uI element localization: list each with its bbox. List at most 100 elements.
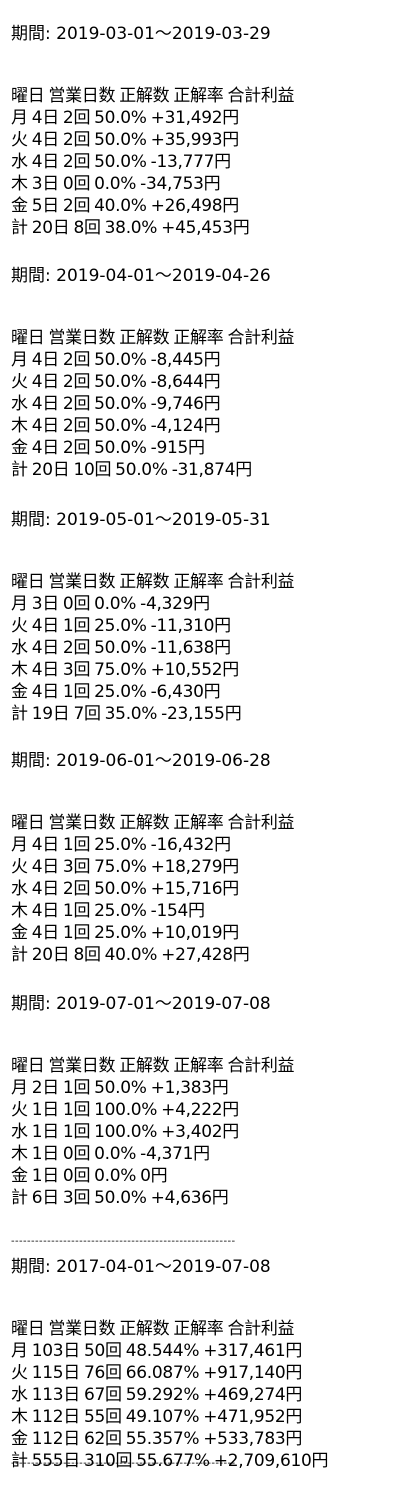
- weekday-cell: 金: [11, 438, 28, 458]
- profit-cell: -13,777円: [150, 152, 232, 172]
- correct-cell: 0回: [62, 1144, 91, 1164]
- correct-cell: 0回: [62, 1166, 91, 1186]
- weekday-cell: 火: [11, 372, 28, 392]
- header-correct-count: 正解数: [119, 1319, 170, 1339]
- table-row: 月 4日 2回 50.0% -8,445円: [11, 349, 400, 371]
- profit-cell: -4,371円: [140, 1144, 210, 1164]
- profit-cell: +1,383円: [150, 1078, 229, 1098]
- correct-cell: 3回: [62, 1188, 91, 1208]
- profit-cell: -8,445円: [150, 350, 221, 370]
- table-row: 木 4日 3回 75.0% +10,552円: [11, 659, 400, 681]
- profit-cell: -915円: [150, 438, 205, 458]
- period-section-overall: 期間: 2017-04-01〜2019-07-08 曜日 営業日数 正解数 正解率 合計…: [11, 1255, 400, 1472]
- table-row: 火 4日 1回 25.0% -11,310円: [11, 615, 400, 637]
- profit-cell: +15,716円: [150, 879, 240, 899]
- profit-cell: +27,428円: [161, 945, 250, 965]
- profit-cell: 0円: [140, 1166, 168, 1186]
- table-row: 火 4日 3回 75.0% +18,279円: [11, 856, 400, 878]
- stats-table: 曜日 営業日数 正解数 正解率 合計利益 月 4日 2回 50.0% +31,492円 火 4日 2…: [11, 85, 400, 239]
- correct-cell: 2回: [62, 372, 91, 392]
- profit-cell: -6,430円: [150, 682, 221, 702]
- weekday-cell: 火: [11, 616, 28, 636]
- accuracy-cell: 59.292%: [125, 1385, 200, 1405]
- weekday-cell: 金: [11, 1429, 28, 1449]
- header-row: 曜日 営業日数 正解数 正解率 合計利益: [11, 327, 400, 349]
- weekday-cell: 火: [11, 857, 28, 877]
- period-section: 期間: 2019-04-01〜2019-04-26 曜日 営業日数 正解数 正解率 合計…: [11, 264, 400, 481]
- period-section: 期間: 2019-05-01〜2019-05-31 曜日 営業日数 正解数 正解率 合計…: [11, 508, 400, 725]
- days-cell: 4日: [31, 350, 60, 370]
- days-cell: 4日: [31, 372, 60, 392]
- header-accuracy: 正解率: [173, 86, 224, 106]
- table-row: 金 1日 0回 0.0% 0円: [11, 1165, 400, 1187]
- accuracy-cell: 35.0%: [104, 704, 158, 724]
- days-cell: 4日: [31, 130, 60, 150]
- profit-cell: +10,552円: [150, 660, 240, 680]
- header-accuracy: 正解率: [173, 1056, 224, 1076]
- weekday-cell: 水: [11, 394, 28, 414]
- days-cell: 4日: [31, 416, 60, 436]
- accuracy-cell: 50.0%: [94, 130, 147, 150]
- total-row: 計 6日 3回 50.0% +4,636円: [11, 1187, 400, 1209]
- profit-cell: -8,644円: [150, 372, 221, 392]
- header-accuracy: 正解率: [173, 328, 224, 348]
- accuracy-cell: 49.107%: [125, 1407, 200, 1427]
- accuracy-cell: 40.0%: [104, 945, 158, 965]
- weekday-cell: 月: [11, 594, 28, 614]
- accuracy-cell: 25.0%: [94, 901, 147, 921]
- accuracy-cell: 50.0%: [94, 438, 147, 458]
- days-cell: 4日: [31, 438, 60, 458]
- correct-cell: 1回: [62, 835, 91, 855]
- weekday-cell: 火: [11, 1363, 28, 1383]
- stats-table: 曜日 営業日数 正解数 正解率 合計利益 月 4日 1回 25.0% -16,432円 火 4日 3…: [11, 812, 400, 966]
- table-row: 水 4日 2回 50.0% -11,638円: [11, 637, 400, 659]
- correct-cell: 2回: [62, 416, 91, 436]
- days-cell: 1日: [31, 1100, 60, 1120]
- correct-cell: 55回: [83, 1407, 122, 1427]
- accuracy-cell: 100.0%: [94, 1100, 158, 1120]
- period-label: 期間: 2019-07-01〜2019-07-08: [11, 994, 271, 1014]
- table-row: 木 3日 0回 0.0% -34,753円: [11, 173, 400, 195]
- weekday-cell: 月: [11, 108, 28, 128]
- table-row: 木 4日 2回 50.0% -4,124円: [11, 415, 400, 437]
- correct-cell: 8回: [73, 218, 101, 238]
- profit-cell: -23,155円: [161, 704, 242, 724]
- accuracy-cell: 100.0%: [94, 1122, 158, 1142]
- accuracy-cell: 0.0%: [94, 1144, 137, 1164]
- correct-cell: 1回: [62, 682, 91, 702]
- days-cell: 1日: [31, 1144, 60, 1164]
- table-row: 金 4日 1回 25.0% +10,019円: [11, 922, 400, 944]
- accuracy-cell: 50.0%: [94, 152, 147, 172]
- header-business-days: 営業日数: [48, 328, 116, 348]
- weekday-cell: 木: [11, 1407, 28, 1427]
- weekday-cell: 水: [11, 152, 28, 172]
- header-weekday: 曜日: [11, 328, 45, 348]
- period-label: 期間: 2017-04-01〜2019-07-08: [11, 1257, 271, 1277]
- accuracy-cell: 66.087%: [125, 1363, 200, 1383]
- correct-cell: 67回: [83, 1385, 122, 1405]
- profit-cell: +31,492円: [150, 108, 240, 128]
- table-row: 月 4日 1回 25.0% -16,432円: [11, 834, 400, 856]
- days-cell: 2日: [31, 1078, 60, 1098]
- profit-cell: -16,432円: [150, 835, 232, 855]
- header-correct-count: 正解数: [119, 1056, 170, 1076]
- total-row: 計 20日 10回 50.0% -31,874円: [11, 459, 400, 481]
- dashed-divider-top: ----------------------------------------…: [11, 1236, 236, 1247]
- table-row: 月 2日 1回 50.0% +1,383円: [11, 1077, 400, 1099]
- header-weekday: 曜日: [11, 1056, 45, 1076]
- table-row: 水 1日 1回 100.0% +3,402円: [11, 1121, 400, 1143]
- weekday-cell: 計: [11, 704, 28, 724]
- header-business-days: 営業日数: [48, 813, 116, 833]
- table-row: 金 4日 1回 25.0% -6,430円: [11, 681, 400, 703]
- accuracy-cell: 25.0%: [94, 616, 147, 636]
- weekday-cell: 計: [11, 1188, 28, 1208]
- header-accuracy: 正解率: [173, 813, 224, 833]
- header-row: 曜日 営業日数 正解数 正解率 合計利益: [11, 571, 400, 593]
- table-row: 木 112日 55回 49.107% +471,952円: [11, 1406, 400, 1428]
- period-section: 期間: 2019-06-01〜2019-06-28 曜日 営業日数 正解数 正解率 合計…: [11, 749, 400, 966]
- correct-cell: 0回: [62, 174, 91, 194]
- accuracy-cell: 0.0%: [94, 594, 137, 614]
- results-page: 期間: 2019-03-01〜2019-03-29 曜日 営業日数 正解数 正解率 合計…: [0, 0, 400, 1496]
- days-cell: 4日: [31, 835, 60, 855]
- table-row: 月 4日 2回 50.0% +31,492円: [11, 107, 400, 129]
